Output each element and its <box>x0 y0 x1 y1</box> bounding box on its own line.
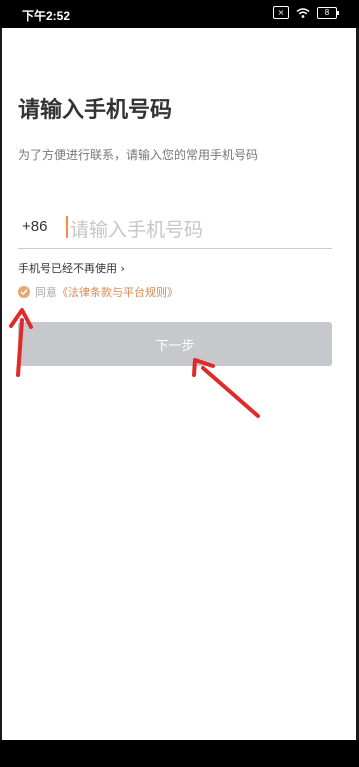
bottom-bar <box>0 740 359 767</box>
status-time: 下午2:52 <box>22 9 71 23</box>
check-icon <box>20 289 28 295</box>
page-subtitle: 为了方便进行联系，请输入您的常用手机号码 <box>18 148 259 162</box>
next-button[interactable]: 下一步 <box>18 322 332 366</box>
sim-x-icon: × <box>273 6 289 19</box>
agreement-row: 同意 《法律条款与平台规则》 <box>18 284 178 300</box>
terms-link[interactable]: 《法律条款与平台规则》 <box>57 284 178 300</box>
status-bar: 下午2:52 × 8 <box>0 0 359 28</box>
battery-icon: 8 <box>317 6 339 19</box>
login-content: 请输入手机号码 为了方便进行联系，请输入您的常用手机号码 +86 手机号已经不再… <box>0 28 359 740</box>
page-title: 请输入手机号码 <box>18 98 173 123</box>
status-icons: × 8 <box>273 6 339 19</box>
agree-checkbox[interactable] <box>18 286 30 298</box>
wifi-icon <box>296 7 310 18</box>
phone-input[interactable] <box>68 214 332 246</box>
agree-prefix: 同意 <box>35 286 57 299</box>
phone-input-row: +86 <box>18 214 332 249</box>
country-code[interactable]: +86 <box>22 218 47 235</box>
number-no-longer-used-link[interactable]: 手机号已经不再使用 › <box>18 260 125 276</box>
